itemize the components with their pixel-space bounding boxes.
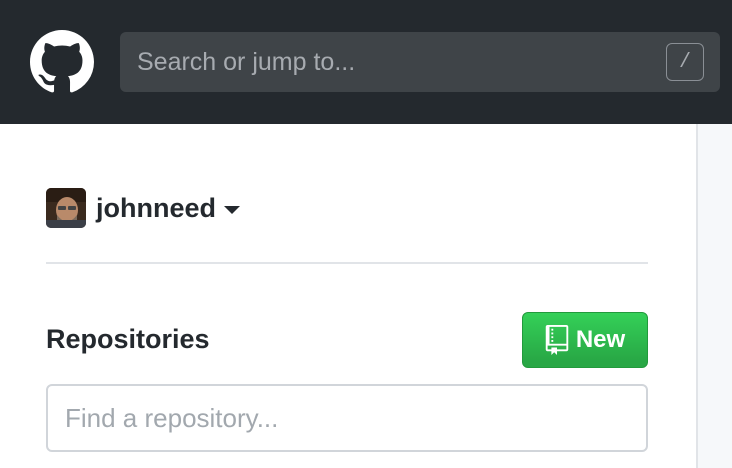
dashboard-sidebar: johnneed Repositories New bbox=[0, 124, 696, 468]
search-shortcut-hint: / bbox=[666, 43, 704, 81]
search-input[interactable] bbox=[120, 32, 720, 92]
account-switcher[interactable]: johnneed bbox=[46, 188, 240, 228]
repositories-heading: Repositories bbox=[46, 324, 210, 354]
github-logo-icon[interactable] bbox=[30, 30, 94, 94]
repo-icon bbox=[545, 325, 569, 355]
right-content-panel bbox=[696, 124, 732, 468]
new-repository-button[interactable]: New bbox=[522, 312, 648, 368]
user-avatar bbox=[46, 188, 86, 228]
global-search[interactable]: / bbox=[120, 32, 720, 92]
new-button-label: New bbox=[575, 326, 626, 353]
find-repository-input[interactable] bbox=[48, 386, 646, 450]
repository-filter[interactable] bbox=[46, 384, 648, 452]
divider bbox=[46, 262, 648, 264]
username: johnneed bbox=[96, 192, 216, 223]
top-navigation-bar: / bbox=[0, 0, 732, 124]
caret-down-icon bbox=[224, 206, 240, 214]
